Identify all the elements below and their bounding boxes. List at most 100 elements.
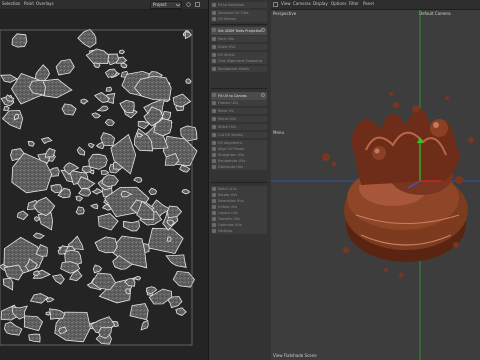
menu-cameras[interactable]: Cameras [293,1,311,6]
tool-label: Distribute UVs [218,165,244,169]
uv-shell [105,86,113,92]
tool-item-11[interactable]: Relax UV [211,108,267,114]
tool-label: Grid Alignment Snapping [218,59,262,63]
uv-shell [185,78,192,84]
tool-icon [212,193,216,197]
uv-shell [3,105,10,112]
tool-icon [212,199,216,203]
tool-item-12[interactable]: Mirror UVs [211,116,267,122]
uv-toolkit-panel: Fit to Selection Visualize UV Tiles UV Sea… [208,0,272,360]
menu-view[interactable]: View [281,1,291,6]
tool-icon [212,101,216,105]
uv-shell [119,99,135,113]
settings-icon[interactable] [186,2,191,7]
tool-item-9[interactable]: Fit UV to Canvas [211,92,267,100]
uv-shell [165,254,187,268]
uv-shell [33,196,56,217]
tool-icon [212,93,216,97]
gear-icon[interactable] [261,93,265,97]
scene-render [271,10,480,360]
tool-icon [212,147,216,151]
viewport-canvas[interactable]: Perspective Default Camera Menu View Fla… [271,10,480,360]
tool-icon [212,205,216,209]
tool-icon [212,165,216,169]
menu-selection[interactable]: Selection [2,1,20,6]
uv-shell [166,236,172,242]
tool-item-5[interactable]: Scale UVs [211,44,267,50]
uv-shell [133,275,142,281]
tool-icon [212,109,216,113]
tool-label: Scale UVs [218,45,236,49]
uv-shell [166,205,183,219]
tool-label: Set UDIM Texts Projection [218,29,263,33]
tool-item-19[interactable]: Distribute UVs [211,164,267,170]
tool-label: Flatten UVs [218,101,239,105]
tool-item-7[interactable]: Grid Alignment Snapping [211,58,267,64]
uv-shell [0,74,18,83]
maximize-icon[interactable] [195,2,200,7]
tool-item-8[interactable]: Randomize Shells [211,66,267,72]
tool-icon [212,45,216,49]
tool-icon [212,141,216,145]
chocolate-splash-model [322,92,474,278]
view-dropdown[interactable]: Project [150,1,182,9]
viewport-icon[interactable] [273,2,278,7]
tool-icon [212,211,216,215]
tool-icon [212,125,216,129]
uv-shell [4,321,23,336]
tool-label: Cut UV Seams [218,133,243,137]
tool-label: Randomize Shells [218,67,249,71]
tool-icon [212,37,216,41]
uv-shell [148,187,158,196]
tool-item-27[interactable]: Settings [211,228,267,234]
uv-shell [140,319,149,331]
tool-icon [212,17,216,21]
tool-icon [212,11,216,15]
tool-label: Relax UV [218,109,234,113]
tool-label: Mirror UVs [218,117,237,121]
tool-icon [212,223,216,227]
menu-paint[interactable]: Paint [24,1,34,6]
uv-shell [1,109,24,130]
chevron-down-icon [176,3,180,7]
uv-menubar: Selection Paint Overlays Project [0,0,208,10]
menu-panel[interactable]: Panel [363,1,374,6]
tool-label: Stitch UVs [218,125,236,129]
uv-shell [55,58,75,76]
menu-overlays[interactable]: Overlays [36,1,54,6]
uv-canvas[interactable] [0,10,208,360]
tool-item-13[interactable]: Stitch UVs [211,124,267,130]
gear-icon[interactable] [261,28,265,32]
uv-shell [133,177,143,183]
uv-shell [122,220,140,232]
tool-icon [212,133,216,137]
uv-shell [45,311,51,316]
menu-display[interactable]: Display [313,1,328,6]
uv-shell [172,93,192,108]
uv-shell [27,140,35,147]
uv-shell [61,103,77,116]
tool-icon [212,67,216,71]
tool-item-14[interactable]: Cut UV Seams [211,132,267,138]
tool-item-4[interactable]: Pack UVs [211,36,267,42]
uv-shell [90,203,99,210]
uv-shell [23,315,43,332]
uv-shell [91,188,103,195]
menu-filter[interactable]: Filter [349,1,359,6]
tool-item-10[interactable]: Flatten UVs [211,100,267,106]
uv-shell [145,286,158,295]
uv-shell [29,293,49,304]
uv-shell [32,232,45,239]
tool-item-2[interactable]: UV Seams [211,16,267,22]
uv-shell [75,206,85,215]
tool-item-3[interactable]: Set UDIM Texts Projection [211,27,267,35]
uv-editor-panel: Selection Paint Overlays Project [0,0,208,360]
uv-shell [77,176,96,189]
tool-separator [211,24,267,25]
uv-shell [44,147,56,158]
menu-options[interactable]: Options [331,1,346,6]
tool-icon [212,187,216,191]
uv-shell [129,303,149,321]
tool-item-0[interactable]: Fit to Selection [211,2,267,8]
uv-layout [0,28,198,346]
